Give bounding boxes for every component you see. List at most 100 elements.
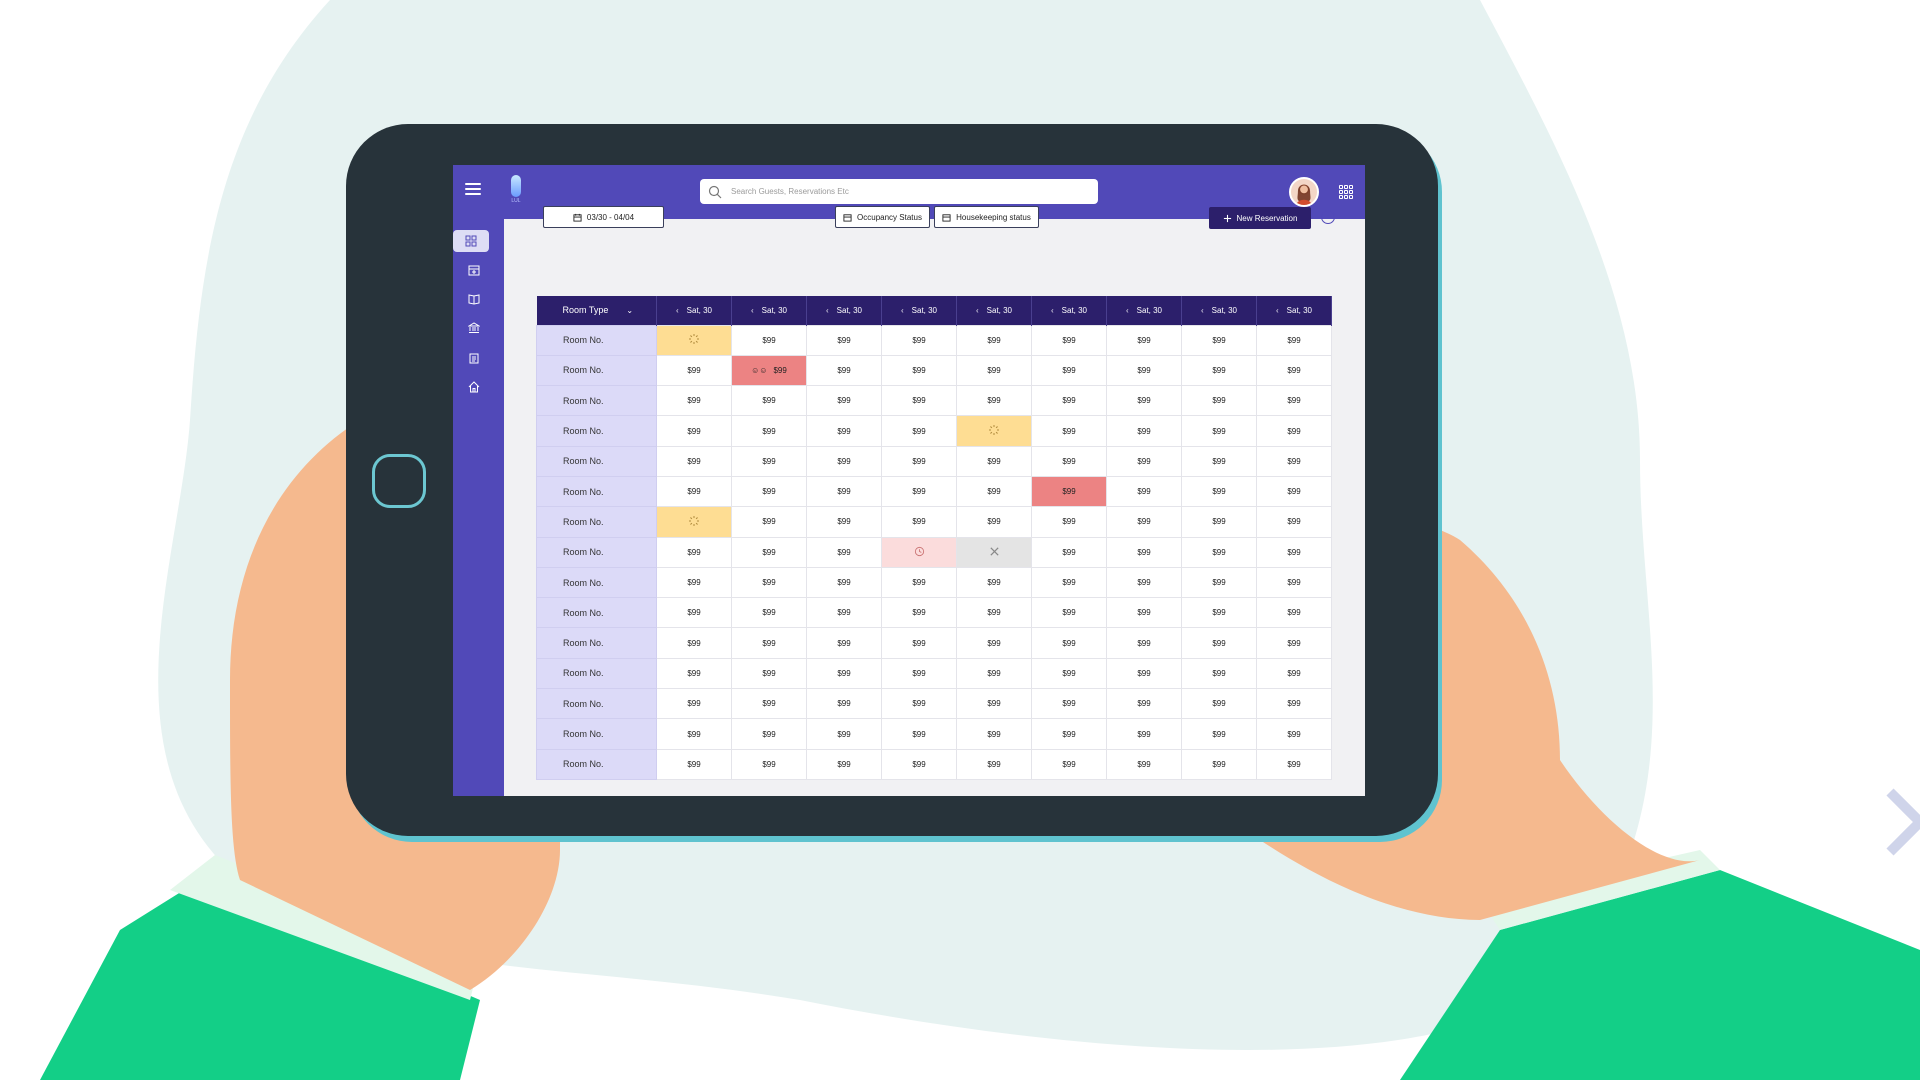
chevron-left-icon[interactable]: ‹	[751, 306, 754, 315]
menu-icon[interactable]	[465, 183, 481, 195]
rate-cell[interactable]: $99	[1256, 415, 1332, 447]
rate-cell[interactable]: $99	[656, 536, 732, 568]
rate-cell[interactable]: $99	[806, 385, 882, 417]
rate-cell[interactable]: $99	[1256, 536, 1332, 568]
rate-cell[interactable]: $99	[1031, 688, 1107, 720]
rate-cell[interactable]: $99	[1031, 475, 1107, 508]
chevron-left-icon[interactable]: ‹	[976, 306, 979, 315]
sidebar-item-calendar[interactable]	[459, 259, 489, 281]
room-type-header[interactable]: Room Type ⌄	[536, 296, 657, 325]
rate-cell[interactable]: $99	[1256, 385, 1332, 417]
rate-cell[interactable]: $99	[1256, 475, 1332, 508]
rate-cell[interactable]: $99	[1106, 566, 1182, 599]
rate-cell[interactable]: $99	[731, 688, 807, 720]
rate-cell[interactable]: $99	[956, 324, 1032, 356]
chevron-left-icon[interactable]: ‹	[1051, 306, 1054, 315]
rate-cell[interactable]: $99	[1181, 597, 1257, 629]
rate-cell[interactable]: $99	[806, 415, 882, 447]
date-range-button[interactable]: 03/30 - 04/04	[543, 206, 664, 228]
rate-cell[interactable]: $99	[731, 748, 807, 780]
rate-cell[interactable]: $99	[881, 627, 957, 659]
rate-cell[interactable]: $99	[806, 566, 882, 599]
rate-cell[interactable]: $99	[656, 445, 732, 477]
rate-cell[interactable]: $99	[956, 627, 1032, 659]
rate-cell[interactable]	[656, 506, 732, 538]
rate-cell[interactable]: $99	[656, 748, 732, 780]
chevron-left-icon[interactable]: ‹	[826, 306, 829, 315]
rate-cell[interactable]: $99	[1106, 718, 1182, 750]
rate-cell[interactable]: $99	[881, 597, 957, 629]
rate-cell[interactable]: $99	[881, 566, 957, 599]
rate-cell[interactable]: $99	[1256, 597, 1332, 629]
rate-cell[interactable]: $99	[1106, 445, 1182, 477]
rate-cell[interactable]: $99	[956, 506, 1032, 538]
rate-cell[interactable]: $99	[1256, 445, 1332, 477]
rate-cell[interactable]: $99	[806, 657, 882, 690]
date-column-header[interactable]: ‹ Sat, 30	[956, 296, 1032, 325]
rate-cell[interactable]: $99	[656, 688, 732, 720]
rate-cell[interactable]: $99	[731, 627, 807, 659]
rate-cell[interactable]: $99	[1106, 657, 1182, 690]
rate-cell[interactable]: $99	[656, 354, 732, 387]
rate-cell[interactable]: $99	[956, 657, 1032, 690]
date-column-header[interactable]: ‹ Sat, 30	[806, 296, 882, 325]
chevron-left-icon[interactable]: ‹	[1276, 306, 1279, 315]
rate-cell[interactable]: $99	[806, 597, 882, 629]
rate-cell[interactable]: $99	[956, 385, 1032, 417]
rate-cell[interactable]: $99	[881, 718, 957, 750]
rate-cell[interactable]: $99	[1256, 688, 1332, 720]
rate-cell[interactable]: $99	[956, 354, 1032, 387]
rate-cell[interactable]: $99	[1106, 324, 1182, 356]
rate-cell[interactable]: $99	[806, 445, 882, 477]
rate-cell[interactable]: $99	[1256, 657, 1332, 690]
rate-cell[interactable]: $99	[806, 748, 882, 780]
rate-cell[interactable]: $99	[806, 506, 882, 538]
rate-cell[interactable]: $99	[881, 506, 957, 538]
rate-cell[interactable]: $99	[1106, 536, 1182, 568]
rate-cell[interactable]: $99	[731, 475, 807, 508]
rate-cell[interactable]: $99	[806, 627, 882, 659]
rate-cell[interactable]: $99	[1181, 627, 1257, 659]
rate-cell[interactable]: $99	[1031, 445, 1107, 477]
rate-cell[interactable]: $99	[881, 657, 957, 690]
rate-cell[interactable]: $99	[731, 506, 807, 538]
rate-cell[interactable]: ☺☺ $99	[731, 354, 807, 387]
rate-cell[interactable]: $99	[1106, 475, 1182, 508]
search-input[interactable]	[731, 187, 1071, 196]
rate-cell[interactable]: $99	[731, 718, 807, 750]
rate-cell[interactable]: $99	[1031, 657, 1107, 690]
rate-cell[interactable]: $99	[656, 566, 732, 599]
rate-cell[interactable]: $99	[1256, 324, 1332, 356]
rate-cell[interactable]: $99	[731, 324, 807, 356]
date-column-header[interactable]: ‹ Sat, 30	[881, 296, 957, 325]
rate-cell[interactable]: $99	[881, 748, 957, 780]
date-column-header[interactable]: ‹ Sat, 30	[1256, 296, 1332, 325]
rate-cell[interactable]: $99	[956, 688, 1032, 720]
rate-cell[interactable]: $99	[656, 597, 732, 629]
rate-cell[interactable]: $99	[881, 475, 957, 508]
rate-cell[interactable]: $99	[956, 597, 1032, 629]
rate-cell[interactable]: $99	[806, 718, 882, 750]
rate-cell[interactable]: $99	[1031, 415, 1107, 447]
rate-cell[interactable]: $99	[1181, 657, 1257, 690]
date-column-header[interactable]: ‹ Sat, 30	[1106, 296, 1182, 325]
rate-cell[interactable]: $99	[1256, 506, 1332, 538]
rate-cell[interactable]: $99	[656, 718, 732, 750]
date-column-header[interactable]: ‹ Sat, 30	[731, 296, 807, 325]
rate-cell[interactable]: $99	[731, 657, 807, 690]
new-reservation-button[interactable]: New Reservation	[1209, 207, 1311, 229]
rate-cell[interactable]: $99	[1031, 324, 1107, 356]
rate-cell[interactable]: $99	[881, 445, 957, 477]
rate-cell[interactable]: $99	[1106, 506, 1182, 538]
rate-cell[interactable]: $99	[1031, 354, 1107, 387]
apps-grid-icon[interactable]	[1339, 185, 1353, 199]
rate-cell[interactable]: $99	[656, 657, 732, 690]
rate-cell[interactable]: $99	[881, 354, 957, 387]
rate-cell[interactable]: $99	[1181, 688, 1257, 720]
sidebar-item-home[interactable]	[459, 376, 489, 398]
rate-cell[interactable]: $99	[1181, 748, 1257, 780]
rate-cell[interactable]: $99	[1256, 748, 1332, 780]
rate-cell[interactable]: $99	[731, 566, 807, 599]
date-column-header[interactable]: ‹ Sat, 30	[1181, 296, 1257, 325]
date-column-header[interactable]: ‹ Sat, 30	[656, 296, 732, 325]
